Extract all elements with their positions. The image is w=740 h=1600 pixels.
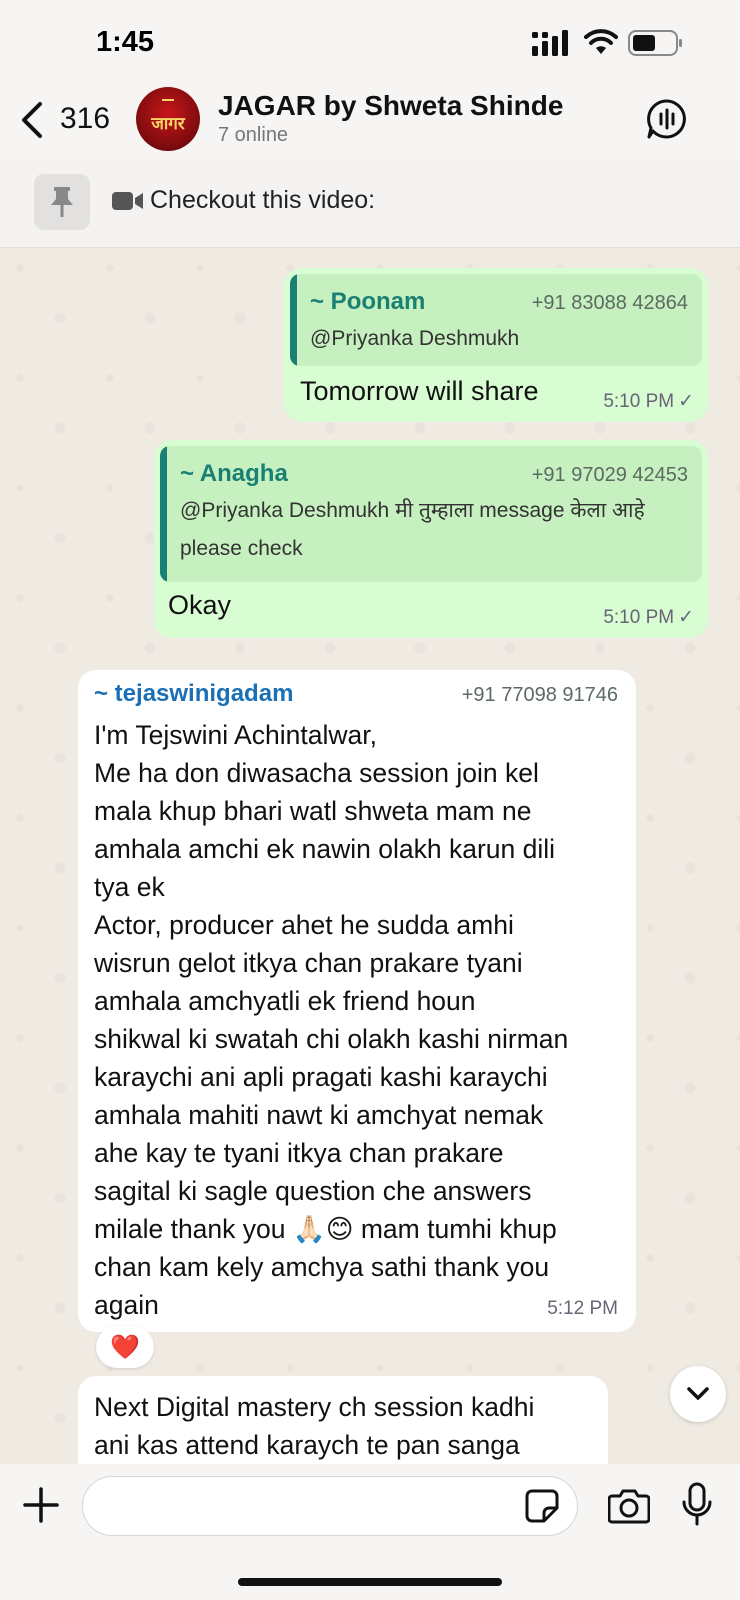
unread-count[interactable]: 316 — [60, 102, 110, 136]
plus-icon[interactable] — [22, 1486, 60, 1524]
message-bubble-outgoing[interactable]: ~ Poonam +91 83088 42864 @Priyanka Deshm… — [284, 268, 708, 422]
message-line: Me ha don diwasacha session join kel — [94, 758, 539, 788]
sender-phone: +91 77098 91746 — [461, 684, 618, 706]
quoted-phone: +91 97029 42453 — [531, 464, 688, 486]
video-icon — [112, 192, 143, 210]
message-bubble-incoming[interactable]: Next Digital mastery ch session kadhi an… — [78, 1376, 608, 1464]
battery-icon — [628, 30, 682, 56]
message-line: amhala amchi ek nawin olakh karun dili — [94, 834, 556, 864]
quoted-sender: ~ Poonam — [310, 288, 426, 315]
message-line: sagital ki sagle question che answers — [94, 1176, 532, 1206]
status-time: 1:45 — [96, 26, 155, 58]
timestamp-text: 5:10 PM — [603, 391, 675, 412]
message-text: Okay — [168, 590, 232, 620]
chevron-down-icon — [687, 1387, 709, 1400]
message-timestamp: 5:12 PM — [547, 1298, 618, 1319]
sent-tick-icon: ✓ — [678, 391, 694, 412]
pinned-message-bar[interactable]: Checkout this video: — [0, 160, 740, 248]
message-text: Next Digital mastery ch session kadhi an… — [94, 1388, 534, 1464]
status-bar: 1:45 — [0, 0, 740, 84]
chat-header: 316 जागर JAGAR by Shweta Shinde 7 online — [0, 84, 740, 160]
group-avatar[interactable]: जागर — [136, 87, 200, 151]
avatar-logo-text: जागर — [151, 113, 185, 133]
message-text: I'm Tejswini Achintalwar, Me ha don diwa… — [94, 716, 624, 1324]
camera-icon[interactable] — [608, 1486, 650, 1524]
voice-chat-icon[interactable] — [646, 98, 688, 140]
message-timestamp: 5:10 PM ✓ — [603, 606, 694, 629]
wifi-icon — [584, 29, 618, 54]
quoted-phone: +91 83088 42864 — [531, 292, 688, 314]
quoted-message[interactable]: ~ Poonam +91 83088 42864 @Priyanka Deshm… — [290, 274, 702, 366]
home-indicator — [238, 1578, 502, 1586]
timestamp-text: 5:10 PM — [603, 607, 675, 628]
message-line: amhala amchyatli ek friend houn — [94, 986, 476, 1016]
quoted-text-line-2: please check — [180, 537, 303, 560]
message-line: Actor, producer ahet he sudda amhi — [94, 910, 514, 940]
message-line: Next Digital mastery ch session kadhi — [94, 1392, 535, 1422]
message-bubble-outgoing[interactable]: ~ Anagha +91 97029 42453 @Priyanka Deshm… — [154, 440, 708, 638]
microphone-icon[interactable] — [682, 1482, 712, 1526]
sticker-icon[interactable] — [524, 1488, 560, 1524]
message-line: I'm Tejswini Achintalwar, — [94, 720, 377, 750]
message-input[interactable] — [82, 1476, 578, 1536]
message-line: tya ek — [94, 872, 165, 902]
pinned-text: Checkout this video: — [150, 186, 376, 214]
online-status: 7 online — [218, 124, 289, 146]
quoted-text: @Priyanka Deshmukh — [310, 327, 520, 350]
pin-icon — [51, 187, 73, 217]
message-line: ani kas attend karaych te pan sanga — [94, 1430, 520, 1460]
back-chevron-icon[interactable] — [18, 100, 46, 140]
message-timestamp: 5:10 PM ✓ — [603, 390, 694, 413]
message-line: chan kam kely amchya sathi thank you — [94, 1252, 550, 1282]
message-line: amhala mahiti nawt ki amchyat nemak — [94, 1100, 544, 1130]
signal-icon — [532, 30, 568, 56]
message-line: mala khup bhari watl shweta mam ne — [94, 796, 532, 826]
message-line: milale thank you 🙏🏻😊 mam tumhi khup — [94, 1214, 557, 1244]
message-line: shikwal ki swatah chi olakh kashi nirman — [94, 1024, 569, 1054]
group-name[interactable]: JAGAR by Shweta Shinde — [218, 90, 563, 122]
pin-button[interactable] — [34, 174, 90, 230]
scroll-to-bottom-button[interactable] — [670, 1366, 726, 1422]
message-line: wisrun gelot itkya chan prakare tyani — [94, 948, 523, 978]
quoted-text-line-1: @Priyanka Deshmukh मी तुम्हाला message क… — [180, 499, 645, 522]
sent-tick-icon: ✓ — [678, 607, 694, 628]
message-text: Tomorrow will share — [300, 376, 539, 406]
message-line: karaychi ani apli pragati kashi karaychi — [94, 1062, 548, 1092]
reaction-badge[interactable]: ❤️ — [96, 1326, 154, 1368]
sender-name[interactable]: ~ tejaswinigadam — [94, 680, 293, 708]
quoted-message[interactable]: ~ Anagha +91 97029 42453 @Priyanka Deshm… — [160, 446, 702, 582]
message-line: again — [94, 1290, 159, 1320]
quoted-sender: ~ Anagha — [180, 460, 288, 487]
chat-area[interactable]: ~ Poonam +91 83088 42864 @Priyanka Deshm… — [0, 248, 740, 1464]
message-composer — [0, 1464, 740, 1600]
avatar-crown-icon — [162, 93, 174, 101]
message-line: ahe kay te tyani itkya chan prakare — [94, 1138, 504, 1168]
message-bubble-incoming[interactable]: ~ tejaswinigadam +91 77098 91746 I'm Tej… — [78, 670, 636, 1332]
